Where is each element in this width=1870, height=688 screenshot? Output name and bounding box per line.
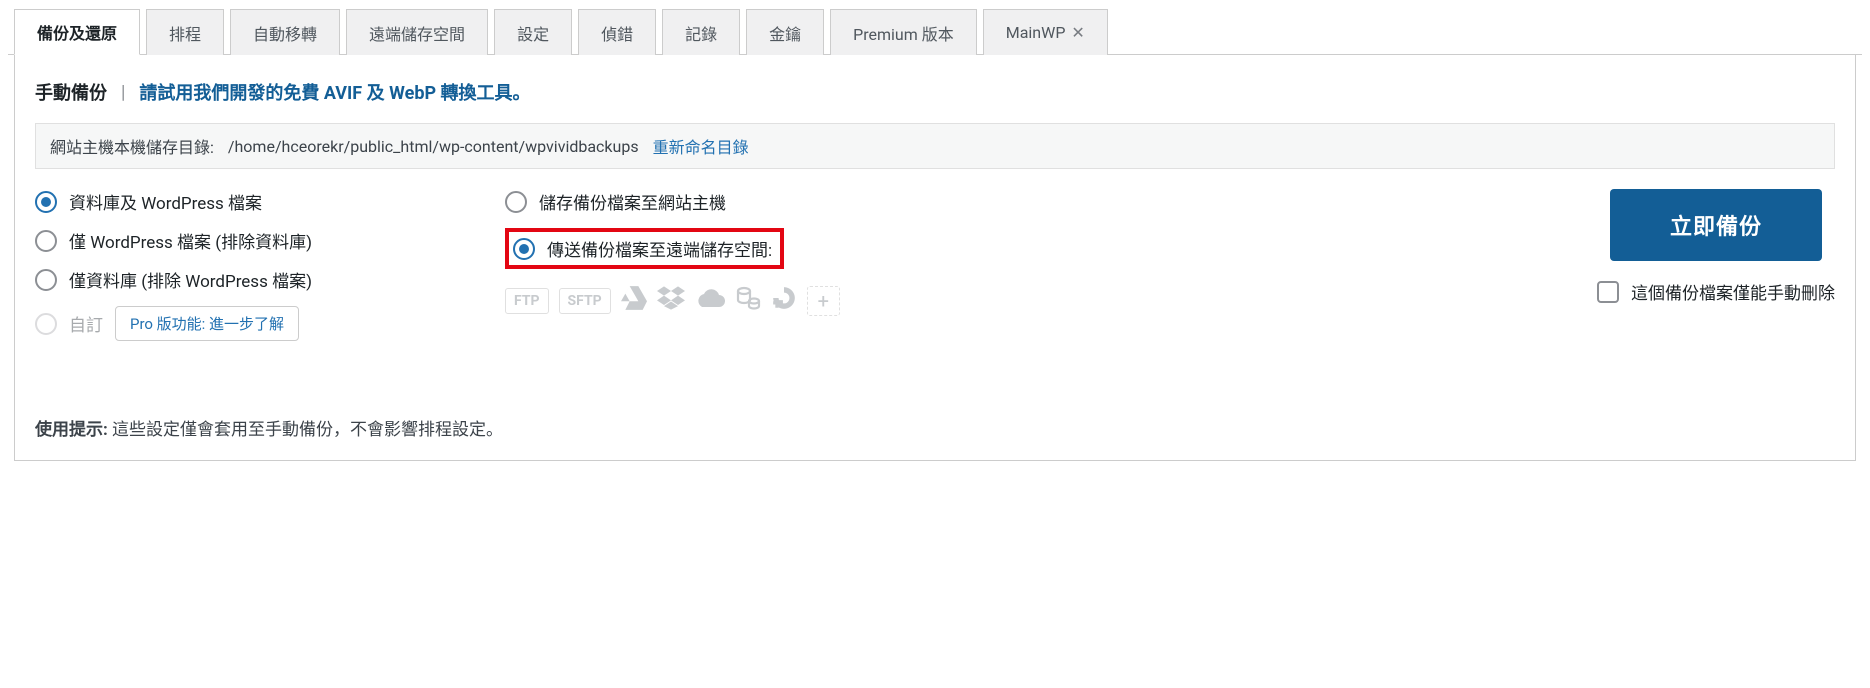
remote-storage-icons: FTP SFTP + (505, 285, 945, 316)
add-storage-icon[interactable]: + (807, 286, 840, 316)
gdrive-icon[interactable] (621, 286, 647, 315)
tab-auto-migration[interactable]: 自動移轉 (230, 9, 340, 55)
tab-mainwp[interactable]: MainWP ✕ (983, 9, 1108, 55)
tab-remote-storage[interactable]: 遠端儲存空間 (346, 9, 488, 55)
sftp-icon[interactable]: SFTP (559, 288, 611, 314)
heading-divider: | (121, 82, 125, 103)
ftp-icon[interactable]: FTP (505, 288, 549, 314)
tab-settings[interactable]: 設定 (494, 9, 572, 55)
radio-icon (35, 313, 57, 335)
path-value: /home/hceorekr/public_html/wp-content/wp… (228, 137, 639, 156)
radio-icon (505, 191, 527, 213)
checkbox-icon (1597, 281, 1619, 303)
path-label: 網站主機本機儲存目錄: (50, 134, 214, 158)
radio-custom: 自訂 Pro 版功能: 進一步了解 (35, 306, 465, 341)
backup-action-col: 立即備份 這個備份檔案僅能手動刪除 (1597, 189, 1835, 318)
radio-wp-only[interactable]: 僅 WordPress 檔案 (排除資料庫) (35, 228, 465, 253)
tab-debug[interactable]: 偵錯 (578, 9, 656, 55)
heading-row: 手動備份 | 請試用我們開發的免費 AVIF 及 WebP 轉換工具。 (35, 79, 1835, 105)
backup-now-button[interactable]: 立即備份 (1610, 189, 1822, 261)
local-storage-path-bar: 網站主機本機儲存目錄: /home/hceorekr/public_html/w… (35, 123, 1835, 169)
close-icon[interactable]: ✕ (1071, 23, 1084, 42)
radio-send-remote[interactable]: 傳送備份檔案至遠端儲存空間: (513, 236, 772, 261)
backup-panel: 手動備份 | 請試用我們開發的免費 AVIF 及 WebP 轉換工具。 網站主機… (14, 55, 1856, 461)
tab-schedule[interactable]: 排程 (146, 9, 224, 55)
avif-webp-link[interactable]: 請試用我們開發的免費 AVIF 及 WebP 轉換工具。 (139, 79, 530, 105)
backup-destination-options: 儲存備份檔案至網站主機 傳送備份檔案至遠端儲存空間: FTP SFTP (505, 189, 945, 316)
tab-key[interactable]: 金鑰 (746, 9, 824, 55)
tabs-bar: 備份及還原 排程 自動移轉 遠端儲存空間 設定 偵錯 記錄 金鑰 Premium… (8, 8, 1862, 55)
manual-backup-title: 手動備份 (35, 79, 107, 105)
tab-backup-restore[interactable]: 備份及還原 (14, 9, 140, 55)
do-icon[interactable] (771, 285, 797, 316)
tab-logs[interactable]: 記錄 (662, 9, 740, 55)
dropbox-icon[interactable] (657, 286, 685, 315)
backup-content-options: 資料庫及 WordPress 檔案 僅 WordPress 檔案 (排除資料庫)… (35, 189, 465, 355)
manual-delete-checkbox[interactable]: 這個備份檔案僅能手動刪除 (1597, 279, 1835, 304)
radio-db-and-wp[interactable]: 資料庫及 WordPress 檔案 (35, 189, 465, 214)
rename-directory-link[interactable]: 重新命名目錄 (653, 134, 749, 158)
s3-icon[interactable] (735, 286, 761, 315)
usage-note: 使用提示: 這些設定僅會套用至手動備份，不會影響排程設定。 (35, 415, 1835, 440)
radio-icon (35, 269, 57, 291)
pro-feature-link[interactable]: Pro 版功能: 進一步了解 (115, 306, 299, 341)
radio-icon (35, 230, 57, 252)
highlighted-option: 傳送備份檔案至遠端儲存空間: (505, 228, 784, 269)
radio-icon (513, 238, 535, 260)
onedrive-icon[interactable] (695, 288, 725, 314)
options-columns: 資料庫及 WordPress 檔案 僅 WordPress 檔案 (排除資料庫)… (35, 189, 1835, 355)
radio-icon (35, 191, 57, 213)
radio-db-only[interactable]: 僅資料庫 (排除 WordPress 檔案) (35, 267, 465, 292)
tab-premium[interactable]: Premium 版本 (830, 9, 977, 55)
radio-save-local[interactable]: 儲存備份檔案至網站主機 (505, 189, 945, 214)
